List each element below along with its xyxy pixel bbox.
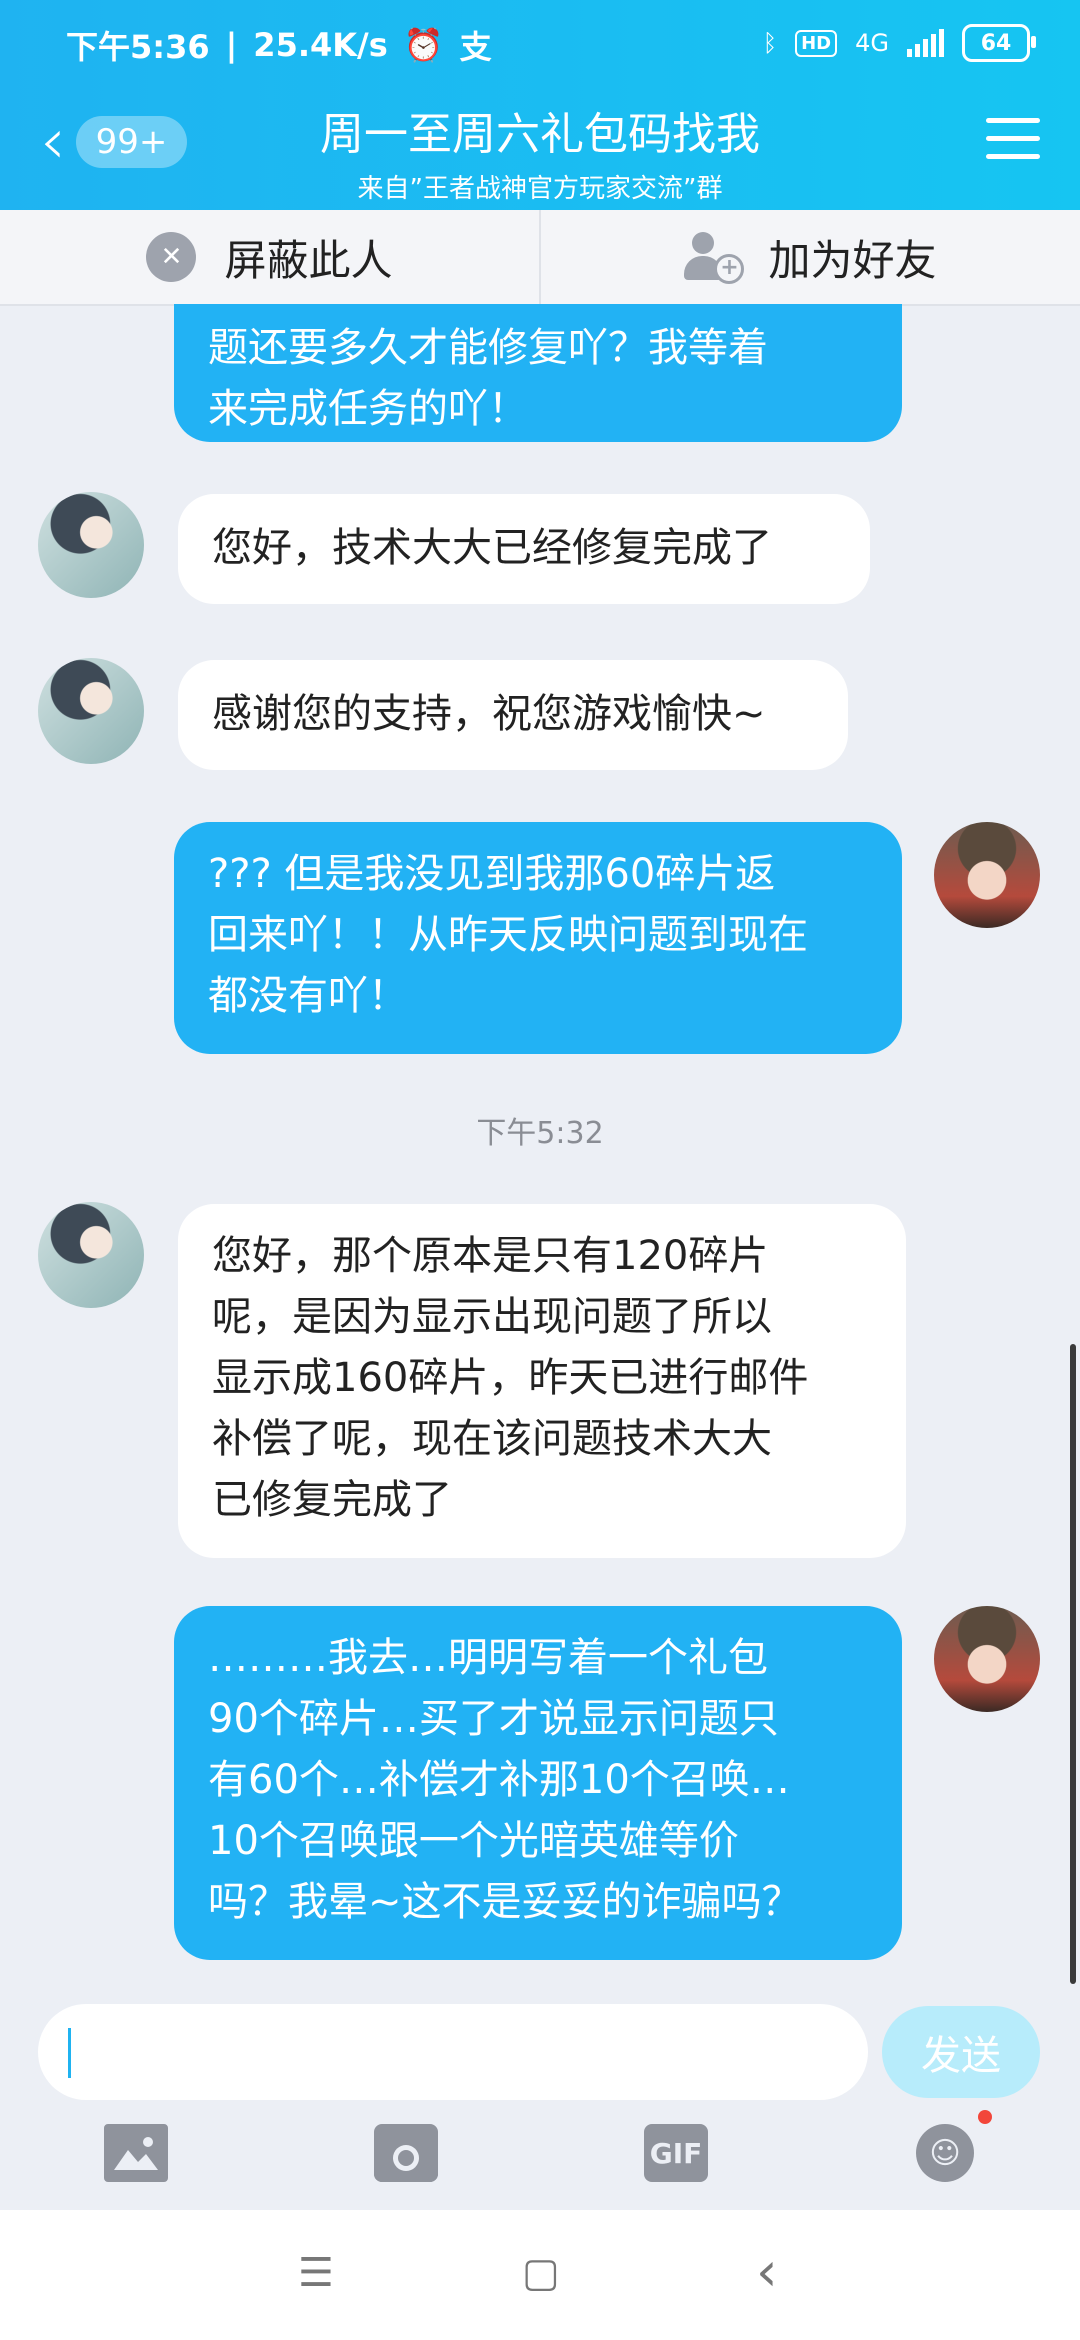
add-friend-label: 加为好友 [768,235,937,285]
network-type: 4G [855,29,889,57]
sender-avatar[interactable] [38,658,144,764]
message-bubble-received[interactable]: 您好，那个原本是只有120碎片 呢，是因为显示出现问题了所以 显示成160碎片，… [178,1204,906,1558]
network-speed: 25.4K/s [253,26,388,64]
battery-icon: 64 [962,24,1036,62]
add-friend-icon: + [684,232,745,284]
block-label: 屏蔽此人 [224,235,393,285]
message-line: 题还要多久才能修复吖？我等着 [208,325,768,371]
message-line: 感谢您的支持，祝您游戏愉快~ [212,691,766,737]
message-bubble-sent[interactable]: ………我去…明明写着一个礼包 90个碎片…买了才说显示问题只 有60个…补偿才补… [174,1606,902,1960]
message-bubble-sent[interactable]: ??? 但是我没见到我那60碎片返 回来吖！！从昨天反映问题到现在 都没有吖！ [174,822,902,1054]
send-button[interactable]: 发送 [882,2006,1040,2098]
camera-icon[interactable] [374,2124,438,2182]
my-avatar[interactable] [934,1606,1040,1712]
message-line: 都没有吖！ [208,973,408,1019]
block-icon: ✕ [146,232,197,282]
message-timestamp: 下午5:32 [476,1116,604,1151]
message-line: 您好，技术大大已经修复完成了 [212,525,772,571]
alipay-icon: 支 [459,28,492,66]
battery-level: 64 [980,30,1012,56]
home-button[interactable]: ▢ [522,2250,560,2296]
status-right: ᛒ HD 4G 64 [762,24,1036,62]
message-line: 10个召唤跟一个光暗英雄等价 [208,1818,739,1864]
alarm-icon: ⏰ [403,26,444,64]
message-line: 补偿了呢，现在该问题技术大大 [212,1416,772,1462]
message-line: 已修复完成了 [212,1477,452,1523]
action-bar: ✕ 屏蔽此人 + 加为好友 [0,210,1080,306]
nav-back-button[interactable]: ‹ [756,2240,778,2303]
bluetooth-icon: ᛒ [762,29,778,57]
gif-icon[interactable]: GIF [644,2124,708,2182]
message-line: 呢，是因为显示出现问题了所以 [212,1294,772,1340]
image-icon[interactable] [104,2124,168,2182]
composer-toolbar: GIF ☺ [0,2110,1080,2194]
system-nav-bar: ☰ ▢ ‹ [0,2210,1080,2340]
scrollbar[interactable] [1070,1344,1076,1984]
text-caret [68,2028,71,2078]
sender-avatar[interactable] [38,1202,144,1308]
hd-badge: HD [795,29,838,57]
recent-apps-button[interactable]: ☰ [298,2250,334,2296]
sender-avatar[interactable] [38,492,144,598]
page-title: 周一至周六礼包码找我 [320,109,760,160]
message-line: 90个碎片…买了才说显示问题只 [208,1696,779,1742]
message-bubble-sent[interactable]: 题还要多久才能修复吖？我等着 来完成任务的吖！ [174,304,902,442]
signal-icon [907,29,944,57]
status-time: 下午5:36 [66,28,210,66]
message-line: ??? 但是我没见到我那60碎片返 [208,851,776,897]
message-line: 显示成160碎片，昨天已进行邮件 [212,1355,809,1401]
add-friend-button[interactable]: + 加为好友 [539,210,1080,304]
message-line: ………我去…明明写着一个礼包 [208,1635,768,1681]
status-bar: 下午5:36 | 25.4K/s ⏰ 支 ᛒ HD 4G 64 [0,0,1080,95]
composer: 发送 GIF ☺ [0,1994,1080,2210]
message-bubble-received[interactable]: 感谢您的支持，祝您游戏愉快~ [178,660,848,770]
status-left: 下午5:36 | 25.4K/s ⏰ 支 [66,22,492,68]
title-block: 周一至周六礼包码找我 来自”王者战神官方玩家交流”群 [0,98,1080,205]
message-input[interactable] [38,2004,868,2100]
message-line: 来完成任务的吖！ [208,386,528,432]
message-line: 您好，那个原本是只有120碎片 [212,1233,769,1279]
menu-icon[interactable] [986,118,1040,172]
message-line: 有60个…补偿才补那10个召唤… [208,1757,790,1803]
my-avatar[interactable] [934,822,1040,928]
message-list[interactable]: 题还要多久才能修复吖？我等着 来完成任务的吖！ 您好，技术大大已经修复完成了 感… [0,304,1080,1994]
emoji-icon[interactable]: ☺ [916,2124,974,2182]
message-bubble-received[interactable]: 您好，技术大大已经修复完成了 [178,494,870,604]
notification-dot [978,2110,992,2124]
page-subtitle: 来自”王者战神官方玩家交流”群 [357,174,723,204]
chat-header: 下午5:36 | 25.4K/s ⏰ 支 ᛒ HD 4G 64 ‹ 99+ 周一… [0,0,1080,210]
message-line: 吗？我晕~这不是妥妥的诈骗吗？ [208,1879,802,1925]
message-line: 回来吖！！从昨天反映问题到现在 [208,912,808,958]
block-user-button[interactable]: ✕ 屏蔽此人 [0,210,539,304]
